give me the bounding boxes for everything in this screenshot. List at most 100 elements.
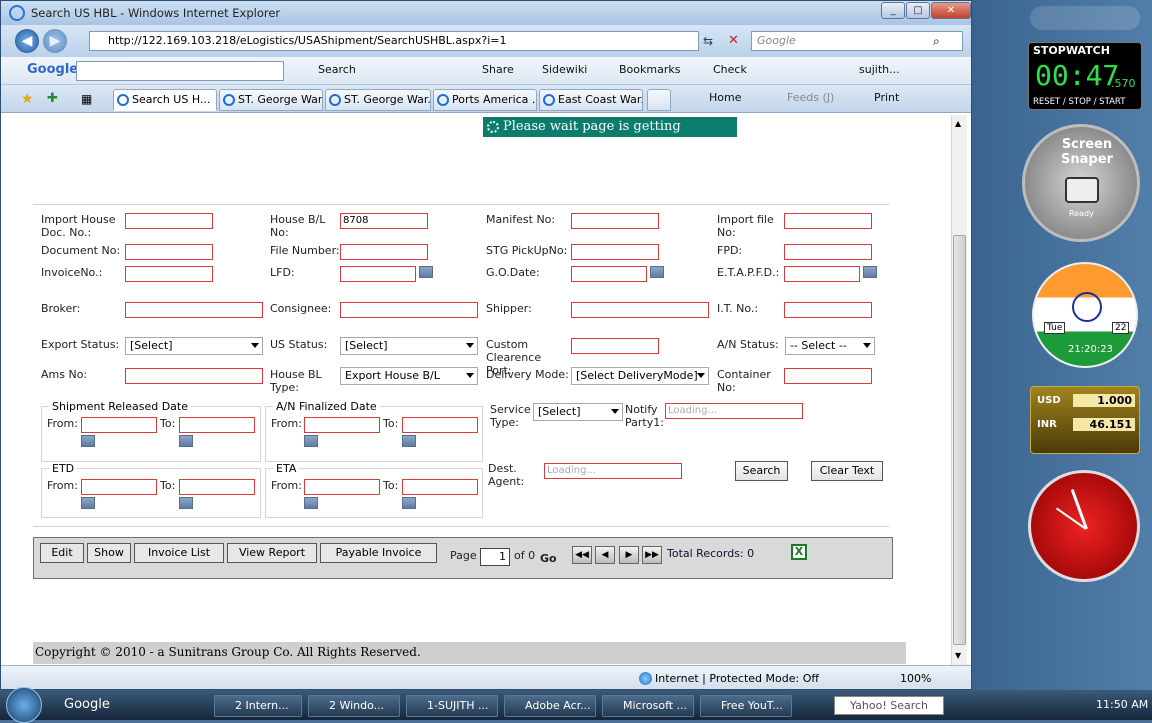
invoice-no-input[interactable] (125, 266, 213, 282)
eta-from-input[interactable] (304, 479, 380, 495)
notify-party-input[interactable]: Loading... (665, 403, 803, 419)
prev-page-icon[interactable]: ◀ (595, 546, 615, 564)
search-icon[interactable]: ⌕ (933, 34, 940, 49)
stg-pickup-input[interactable] (571, 244, 659, 260)
an-finalized-from-input[interactable] (304, 417, 380, 433)
etapfd-input[interactable] (784, 266, 860, 282)
edit-button[interactable]: Edit (40, 543, 84, 563)
google-search-input[interactable] (76, 61, 284, 81)
task-youtube[interactable]: Free YouT... (700, 695, 792, 717)
yahoo-search-box[interactable]: Yahoo! Search (834, 696, 944, 715)
print-button[interactable]: Print (874, 91, 899, 104)
consignee-input[interactable] (340, 302, 478, 318)
calendar-icon[interactable] (402, 497, 416, 509)
new-tab-button[interactable] (647, 89, 671, 111)
task-ie[interactable]: 2 Intern... (214, 695, 302, 717)
custom-clearance-input[interactable] (571, 338, 659, 354)
page-number-input[interactable]: 1 (480, 548, 510, 566)
stop-icon[interactable]: ✕ (728, 33, 739, 48)
calendar-icon[interactable] (402, 435, 416, 447)
tab-search-us-hbl[interactable]: Search US H... (113, 89, 217, 111)
bookmarks-button[interactable]: Bookmarks (619, 63, 680, 76)
currency-from[interactable]: USD (1037, 395, 1061, 406)
broker-input[interactable] (125, 302, 263, 318)
start-button[interactable] (6, 687, 42, 723)
fpd-input[interactable] (784, 244, 872, 260)
etd-from-input[interactable] (81, 479, 157, 495)
tab-st-george-1[interactable]: ST. George War... (219, 89, 323, 111)
it-no-input[interactable] (784, 302, 872, 318)
next-page-icon[interactable]: ▶ (619, 546, 639, 564)
search-button[interactable]: Search (735, 461, 788, 481)
first-page-icon[interactable]: ◀◀ (572, 546, 592, 564)
screen-snaper-gadget[interactable]: Screen Snaper Ready (1022, 124, 1140, 242)
gadget-controls[interactable] (1030, 6, 1140, 30)
system-clock[interactable]: 11:50 AM (1096, 698, 1148, 711)
zoom-level[interactable]: 100% (900, 672, 931, 685)
invoice-list-button[interactable]: Invoice List (134, 543, 224, 563)
calendar-icon[interactable] (304, 497, 318, 509)
export-status-select[interactable]: [Select] (125, 337, 263, 355)
task-microsoft[interactable]: Microsoft ... (602, 695, 694, 717)
go-button[interactable]: Go (540, 552, 557, 565)
shipment-released-to-input[interactable] (179, 417, 255, 433)
favorites-star-icon[interactable]: ★ (21, 91, 34, 107)
shipper-input[interactable] (571, 302, 709, 318)
add-favorites-icon[interactable]: ✚ (47, 91, 58, 106)
currency-from-value[interactable]: 1.000 (1073, 394, 1135, 407)
vertical-scrollbar[interactable]: ▲ ▼ (951, 115, 967, 665)
house-bl-type-select[interactable]: Export House B/L (340, 367, 478, 385)
calendar-icon[interactable] (304, 435, 318, 447)
service-type-select[interactable]: [Select] (533, 403, 623, 421)
back-icon[interactable]: ◀ (15, 29, 39, 53)
dest-agent-input[interactable]: Loading... (544, 463, 682, 479)
url-field[interactable]: http://122.169.103.218/eLogistics/USAShi… (89, 31, 699, 51)
forward-icon[interactable]: ▶ (43, 29, 67, 53)
clear-text-button[interactable]: Clear Text (811, 461, 883, 481)
payable-invoice-button[interactable]: Payable Invoice (320, 543, 437, 563)
show-button[interactable]: Show (87, 543, 131, 563)
task-sujith[interactable]: 1-SUJITH ... (406, 695, 498, 717)
import-house-doc-input[interactable] (125, 213, 213, 229)
manifest-no-input[interactable] (571, 213, 659, 229)
house-bl-input[interactable]: 8708 (340, 213, 428, 229)
quick-tabs-icon[interactable]: ▦ (81, 92, 92, 106)
document-no-input[interactable] (125, 244, 213, 260)
scroll-thumb[interactable] (953, 235, 966, 645)
calendar-icon[interactable] (81, 435, 95, 447)
lfd-input[interactable] (340, 266, 416, 282)
check-button[interactable]: Check (713, 63, 747, 76)
google-deskbar[interactable]: Google (64, 697, 110, 712)
go-date-input[interactable] (571, 266, 647, 282)
last-page-icon[interactable]: ▶▶ (642, 546, 662, 564)
calendar-icon[interactable] (179, 435, 193, 447)
sidewiki-button[interactable]: Sidewiki (542, 63, 587, 76)
share-button[interactable]: Share (482, 63, 514, 76)
task-adobe[interactable]: Adobe Acr... (504, 695, 596, 717)
refresh-icon[interactable]: ⇆ (703, 34, 713, 48)
tab-st-george-2[interactable]: ST. George War... (325, 89, 431, 111)
eta-to-input[interactable] (402, 479, 478, 495)
task-explorer[interactable]: 2 Windo... (308, 695, 400, 717)
calendar-icon[interactable] (81, 497, 95, 509)
stopwatch-controls[interactable]: RESET / STOP / START (1033, 97, 1125, 107)
tab-east-coast[interactable]: East Coast War... (539, 89, 643, 111)
feeds-button[interactable]: Feeds (J) (787, 91, 834, 104)
container-no-input[interactable] (784, 368, 872, 384)
view-report-button[interactable]: View Report (227, 543, 317, 563)
an-finalized-to-input[interactable] (402, 417, 478, 433)
file-number-input[interactable] (340, 244, 428, 260)
shipment-released-from-input[interactable] (81, 417, 157, 433)
an-status-select[interactable]: -- Select -- (785, 337, 875, 355)
tab-ports-america[interactable]: Ports America ... (433, 89, 537, 111)
excel-export-icon[interactable]: X (791, 544, 807, 560)
etd-to-input[interactable] (179, 479, 255, 495)
currency-to[interactable]: INR (1037, 419, 1057, 430)
minimize-button[interactable]: _ (881, 2, 905, 19)
title-bar[interactable]: Search US HBL - Windows Internet Explore… (1, 1, 971, 25)
toolbar-search-button[interactable]: Search (318, 63, 356, 76)
home-button[interactable]: Home (709, 91, 741, 104)
go-date-calendar-icon[interactable] (650, 266, 664, 278)
lfd-calendar-icon[interactable] (419, 266, 433, 278)
calendar-icon[interactable] (179, 497, 193, 509)
